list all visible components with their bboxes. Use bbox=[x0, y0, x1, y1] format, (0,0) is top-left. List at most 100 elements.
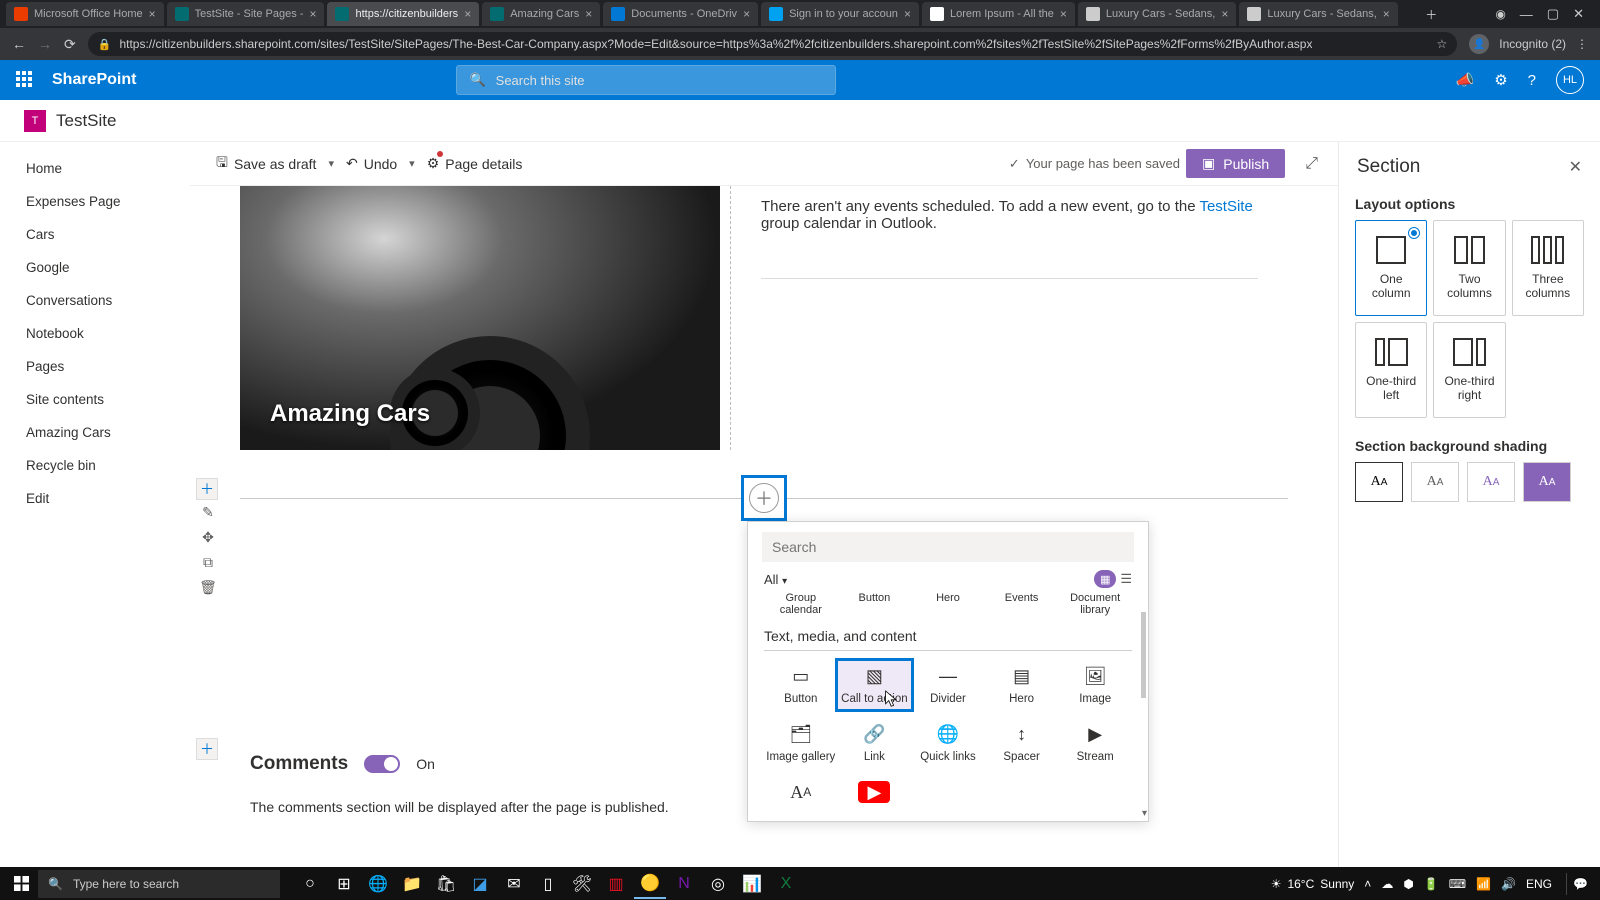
forward-icon[interactable]: → bbox=[38, 36, 52, 52]
layout-one-column[interactable]: One column bbox=[1355, 220, 1427, 316]
app-launcher-icon[interactable] bbox=[16, 71, 34, 89]
close-icon[interactable]: × bbox=[1221, 7, 1228, 21]
layout-three-columns[interactable]: Three columns bbox=[1512, 220, 1584, 316]
nav-item[interactable]: Google bbox=[0, 251, 190, 284]
nav-item[interactable]: Notebook bbox=[0, 317, 190, 350]
url-field[interactable]: 🔒 https://citizenbuilders.sharepoint.com… bbox=[88, 32, 1458, 56]
reload-icon[interactable]: ⟳ bbox=[64, 36, 76, 53]
grid-view-icon[interactable]: ▦ bbox=[1094, 570, 1116, 588]
edit-section-icon[interactable]: ✎ bbox=[202, 504, 214, 521]
nav-item[interactable]: Conversations bbox=[0, 284, 190, 317]
nav-item[interactable]: Site contents bbox=[0, 383, 190, 416]
move-section-icon[interactable]: ✥ bbox=[202, 529, 214, 546]
layout-one-third-right[interactable]: One-third right bbox=[1433, 322, 1505, 418]
shade-none[interactable]: AA bbox=[1355, 462, 1403, 502]
picker-scrollbar[interactable]: ▾ bbox=[1139, 592, 1146, 819]
browser-tab[interactable]: https://citizenbuilders× bbox=[327, 2, 479, 26]
obs-icon[interactable]: ◎ bbox=[702, 869, 734, 899]
settings-icon[interactable]: ⚙ bbox=[1494, 71, 1507, 89]
add-section-button[interactable]: ＋ bbox=[196, 738, 218, 760]
onedrive-icon[interactable]: ☁ bbox=[1381, 877, 1393, 891]
maximize-icon[interactable]: ▢ bbox=[1547, 6, 1559, 22]
webpart-hero[interactable]: ▤Hero bbox=[985, 661, 1059, 709]
chevron-down-icon[interactable]: ▾ bbox=[328, 157, 334, 170]
page-details-button[interactable]: ⚙Page details bbox=[421, 151, 529, 176]
close-icon[interactable]: × bbox=[904, 7, 911, 21]
browser-tab[interactable]: Documents - OneDriv× bbox=[603, 2, 758, 26]
nav-item[interactable]: Pages bbox=[0, 350, 190, 383]
close-icon[interactable]: × bbox=[464, 7, 471, 21]
close-icon[interactable]: ✕ bbox=[1569, 157, 1582, 177]
webpart-stream[interactable]: ▶Stream bbox=[1058, 719, 1132, 767]
site-name[interactable]: TestSite bbox=[56, 111, 116, 131]
nav-item[interactable]: Edit bbox=[0, 482, 190, 515]
hero-webpart[interactable]: Amazing Cars bbox=[240, 186, 720, 450]
notifications-icon[interactable]: 💬 bbox=[1566, 873, 1594, 895]
app-icon[interactable]: 🛠 bbox=[566, 869, 598, 899]
browser-tab[interactable]: Microsoft Office Home× bbox=[6, 2, 164, 26]
events-site-link[interactable]: TestSite bbox=[1199, 198, 1252, 215]
new-tab-icon[interactable]: ＋ bbox=[1425, 6, 1437, 23]
taskbar-search[interactable]: 🔍Type here to search bbox=[38, 870, 280, 898]
explorer-icon[interactable]: 📁 bbox=[396, 869, 428, 899]
nav-item[interactable]: Recycle bin bbox=[0, 449, 190, 482]
close-icon[interactable]: × bbox=[1060, 7, 1067, 21]
share-icon[interactable]: 📣 bbox=[1456, 71, 1475, 89]
undo-button[interactable]: ↶Undo bbox=[340, 151, 403, 176]
window-close-icon[interactable]: ✕ bbox=[1573, 6, 1584, 22]
cortana-icon[interactable]: ○ bbox=[294, 869, 326, 899]
wifi-icon[interactable]: 📶 bbox=[1476, 877, 1491, 891]
battery-icon[interactable]: 🔋 bbox=[1424, 877, 1439, 891]
add-section-button[interactable]: ＋ bbox=[196, 478, 218, 500]
list-view-icon[interactable]: ☰ bbox=[1120, 571, 1132, 587]
star-icon[interactable]: ☆ bbox=[1437, 37, 1448, 51]
copy-section-icon[interactable]: ⧉ bbox=[203, 554, 213, 571]
task-view-icon[interactable]: ⊞ bbox=[328, 869, 360, 899]
webpart-text[interactable]: AA bbox=[764, 777, 838, 813]
add-webpart-button[interactable]: ＋ bbox=[741, 475, 787, 521]
webpart-call-to-action[interactable]: ▧Call to action bbox=[838, 661, 912, 709]
app-icon[interactable]: ▥ bbox=[600, 869, 632, 899]
weather-widget[interactable]: ☀16°CSunny bbox=[1271, 877, 1355, 891]
picker-search-input[interactable] bbox=[772, 539, 1124, 555]
incognito-icon[interactable]: 👤 bbox=[1469, 34, 1489, 54]
browser-tab[interactable]: Sign in to your accoun× bbox=[761, 2, 919, 26]
webpart-spacer[interactable]: ↕Spacer bbox=[985, 719, 1059, 767]
close-icon[interactable]: × bbox=[743, 7, 750, 21]
delete-section-icon[interactable]: 🗑 bbox=[199, 579, 217, 596]
layout-one-third-left[interactable]: One-third left bbox=[1355, 322, 1427, 418]
publish-button[interactable]: ▣Publish bbox=[1186, 149, 1285, 178]
menu-icon[interactable]: ⋮ bbox=[1576, 37, 1588, 51]
events-webpart[interactable]: There aren't any events scheduled. To ad… bbox=[730, 186, 1298, 450]
app-icon[interactable]: ▯ bbox=[532, 869, 564, 899]
chevron-up-icon[interactable]: ˄ bbox=[1364, 877, 1371, 891]
webpart-button[interactable]: ▭Button bbox=[764, 661, 838, 709]
browser-tab[interactable]: Luxury Cars - Sedans,× bbox=[1239, 2, 1397, 26]
search-input[interactable] bbox=[496, 73, 824, 88]
chevron-down-icon[interactable]: ▾ bbox=[409, 157, 415, 170]
tray-icon[interactable]: ⬢ bbox=[1403, 877, 1413, 891]
webpart-image-gallery[interactable]: 🗂Image gallery bbox=[764, 719, 838, 767]
browser-tab[interactable]: Amazing Cars× bbox=[482, 2, 600, 26]
close-icon[interactable]: × bbox=[309, 7, 316, 21]
browser-tab[interactable]: TestSite - Site Pages -× bbox=[167, 2, 325, 26]
webpart-divider[interactable]: —Divider bbox=[911, 661, 985, 709]
picker-filter[interactable]: All ▾ bbox=[764, 572, 787, 587]
nav-item[interactable]: Amazing Cars bbox=[0, 416, 190, 449]
shade-soft[interactable]: AA bbox=[1467, 462, 1515, 502]
language-indicator[interactable]: ENG bbox=[1526, 877, 1552, 891]
webpart-youtube[interactable]: ▶ bbox=[838, 777, 912, 813]
site-logo[interactable]: T bbox=[24, 110, 46, 132]
tray-icon[interactable]: ⌨ bbox=[1449, 877, 1466, 891]
shade-neutral[interactable]: AA bbox=[1411, 462, 1459, 502]
nav-item[interactable]: Expenses Page bbox=[0, 185, 190, 218]
webpart-quick-links[interactable]: 🌐Quick links bbox=[911, 719, 985, 767]
site-search[interactable]: 🔍 bbox=[456, 65, 836, 95]
browser-tab[interactable]: Luxury Cars - Sedans,× bbox=[1078, 2, 1236, 26]
webpart-link[interactable]: 🔗Link bbox=[838, 719, 912, 767]
expand-icon[interactable]: ⤢ bbox=[1305, 155, 1318, 173]
store-icon[interactable]: 🛍 bbox=[430, 869, 462, 899]
help-icon[interactable]: ? bbox=[1528, 72, 1536, 89]
app-icon[interactable]: ◪ bbox=[464, 869, 496, 899]
mail-icon[interactable]: ✉ bbox=[498, 869, 530, 899]
